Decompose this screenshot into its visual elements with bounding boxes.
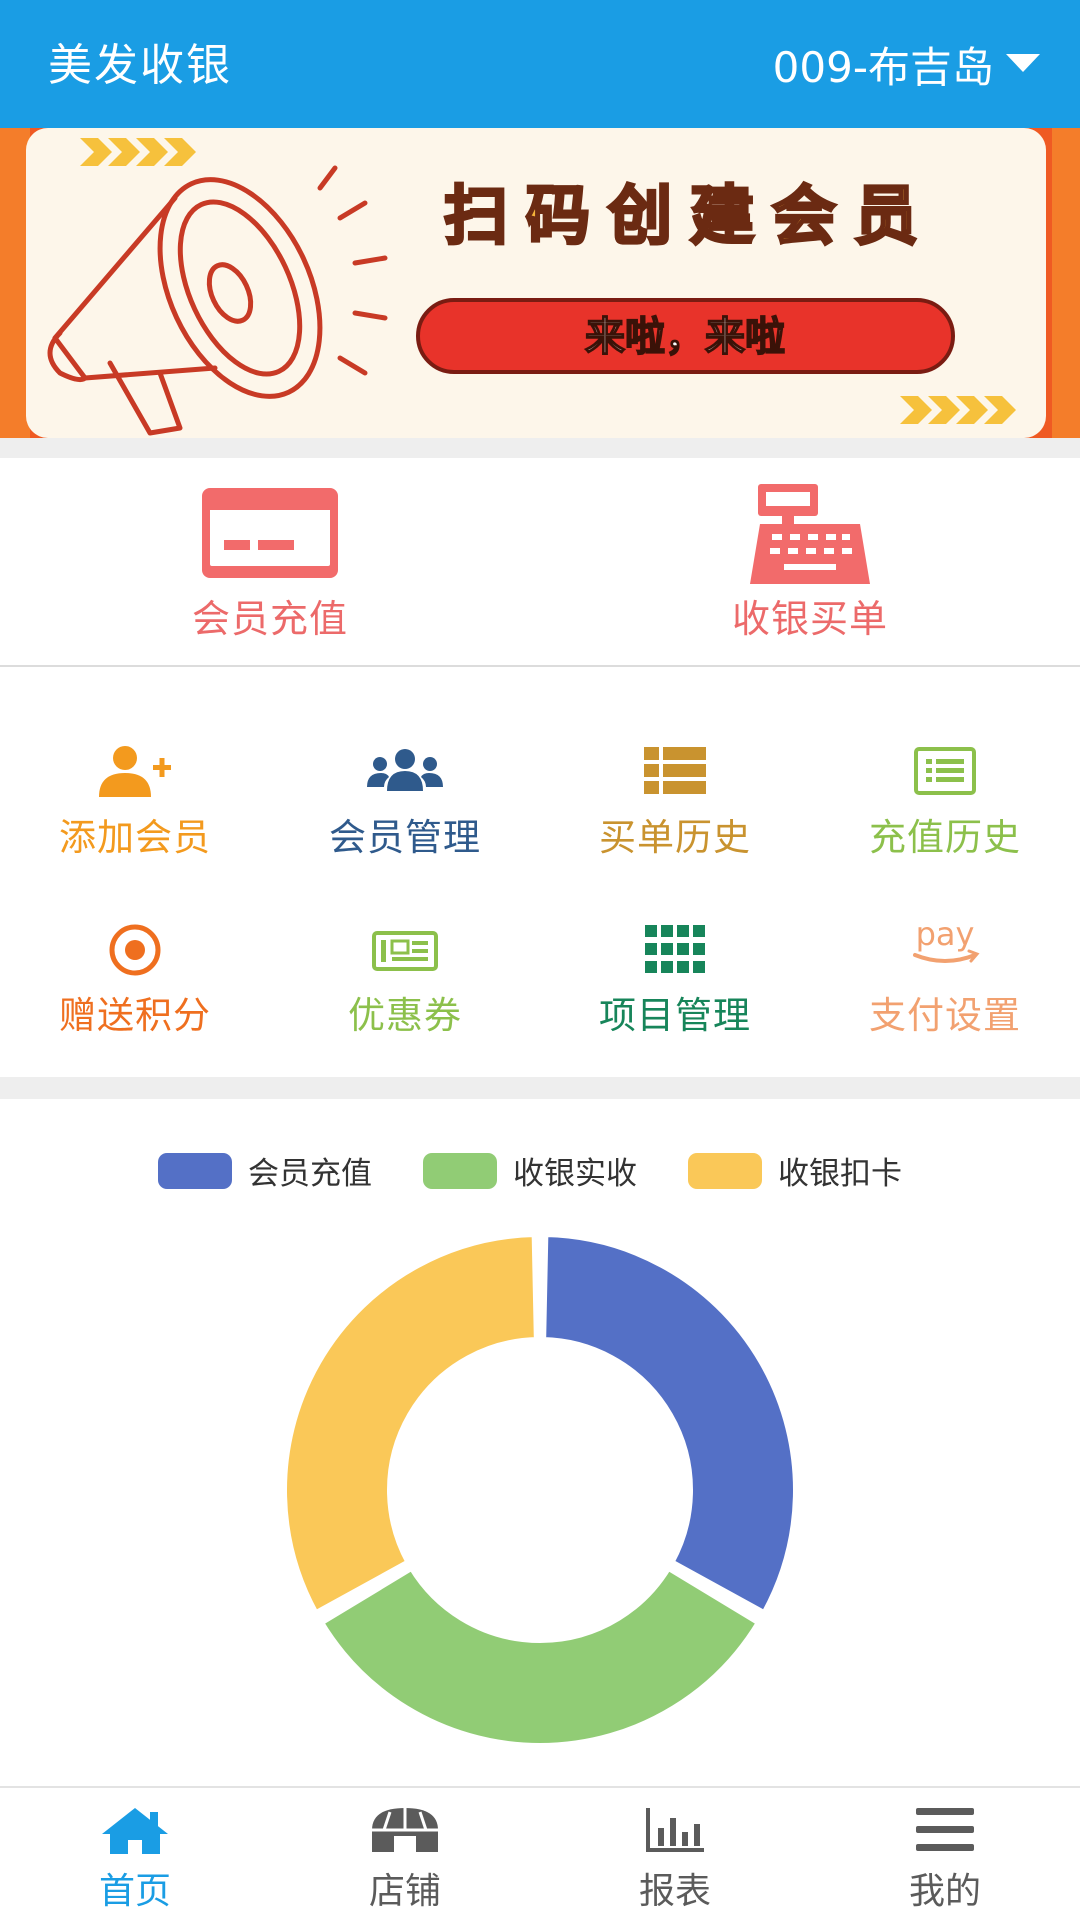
coupon-button[interactable]: 优惠券 [270,923,540,1073]
legend-label: 收银扣卡 [778,1156,902,1192]
donut-slice-2[interactable] [281,1231,540,1617]
legend-swatch [158,1152,232,1189]
purchase-history-label: 买单历史 [599,816,751,859]
gift-points-button[interactable]: 赠送积分 [0,923,270,1073]
main-actions: 会员充值 收银买单 [0,458,1080,667]
donut-chart [281,1231,799,1749]
home-icon [102,1808,168,1854]
cashier-checkout-label: 收银买单 [731,597,888,641]
store-name: 009-布吉岛 [772,42,994,92]
tab-home-label: 首页 [98,1871,171,1912]
tab-mine[interactable]: 我的 [810,1788,1080,1922]
add-member-label: 添加会员 [59,816,211,859]
purchase-history-button[interactable]: 买单历史 [540,745,810,895]
member-recharge-label: 会员充值 [191,597,348,641]
tab-store[interactable]: 店铺 [270,1788,540,1922]
bottom-tab-bar: 首页 店铺 报表 我的 [0,1786,1080,1922]
donut-slice-0[interactable] [540,1231,799,1617]
coupon-icon [372,931,438,971]
list-icon [644,747,706,794]
legend-item-member-recharge[interactable]: 会员充值 [158,1148,372,1193]
project-management-label: 项目管理 [599,994,751,1037]
add-member-button[interactable]: 添加会员 [0,745,270,895]
chart-legend: 会员充值 收银实收 收银扣卡 [0,1148,1080,1192]
coupon-label: 优惠券 [348,994,462,1037]
donut-slice-1[interactable] [318,1564,762,1749]
function-grid: 添加会员 会员管理 买单历史 充值历史 赠送积分 优惠券 项目管理 pay 支付… [0,667,1080,1077]
cash-register-icon [750,484,870,584]
tab-mine-label: 我的 [908,1871,981,1912]
store-icon [372,1808,438,1852]
grid-icon [645,925,705,973]
tab-report-label: 报表 [638,1871,711,1912]
member-management-label: 会员管理 [329,816,481,859]
banner-headline: 扫码创建会员 [444,180,936,254]
legend-label: 收银实收 [513,1156,637,1192]
payment-settings-label: 支付设置 [869,994,1021,1037]
users-icon [367,749,443,791]
list-box-icon [914,747,976,795]
recharge-history-button[interactable]: 充值历史 [810,745,1080,895]
store-selector[interactable]: 009-布吉岛 [773,0,1040,128]
section-divider [0,438,1080,458]
target-icon [109,924,161,976]
menu-icon [916,1808,974,1851]
banner-pill-text: 来啦，来啦 [585,314,785,360]
project-management-button[interactable]: 项目管理 [540,923,810,1073]
app-header: 美发收银 009-布吉岛 [0,0,1080,128]
member-recharge-button[interactable]: 会员充值 [0,458,540,665]
section-divider [0,1077,1080,1099]
recharge-history-label: 充值历史 [869,816,1021,859]
tab-store-label: 店铺 [368,1871,441,1912]
card-icon [202,488,338,578]
promo-banner[interactable]: 扫码创建会员 来啦，来啦 [0,128,1080,438]
legend-swatch [688,1152,762,1189]
app-title: 美发收银 [48,40,232,91]
add-user-icon [99,746,171,797]
cashier-checkout-button[interactable]: 收银买单 [540,458,1080,665]
chevron-down-icon [1006,54,1040,72]
member-management-button[interactable]: 会员管理 [270,745,540,895]
svg-text:pay: pay [916,915,975,953]
gift-points-label: 赠送积分 [59,994,211,1037]
bar-chart-icon [646,1808,704,1852]
legend-item-cashier-card-deduction[interactable]: 收银扣卡 [688,1148,902,1193]
legend-label: 会员充值 [248,1156,372,1192]
tab-report[interactable]: 报表 [540,1788,810,1922]
tab-home[interactable]: 首页 [0,1788,270,1922]
payment-settings-button[interactable]: pay 支付设置 [810,915,1080,1073]
legend-swatch [423,1152,497,1189]
legend-item-cashier-received[interactable]: 收银实收 [423,1148,637,1193]
pay-icon: pay [913,915,980,963]
